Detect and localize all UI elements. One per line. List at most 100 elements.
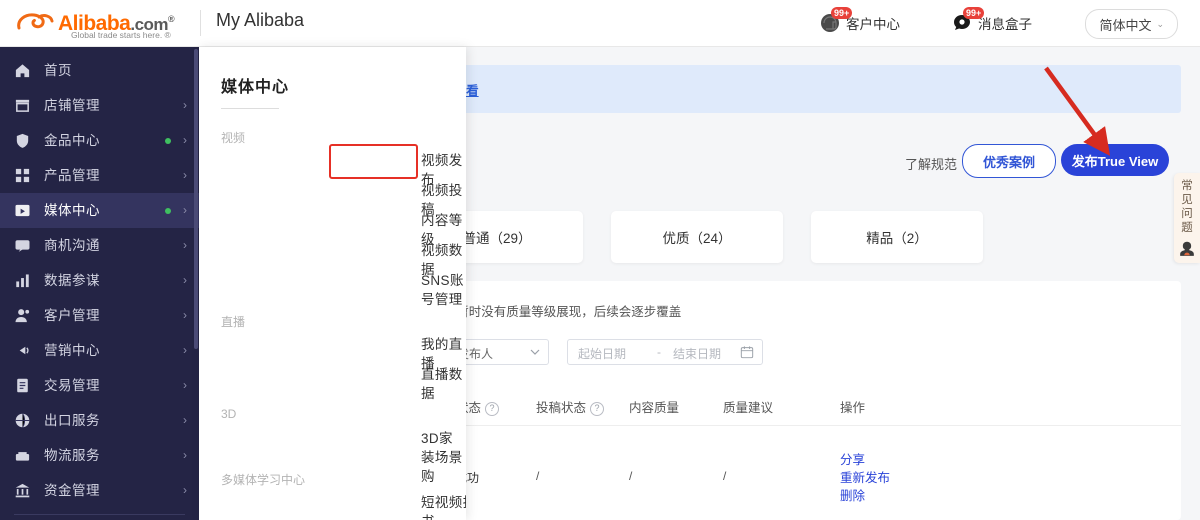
top-header: Alibaba.com® Global trade starts here. ®… xyxy=(0,0,1200,47)
app-title: My Alibaba xyxy=(216,10,305,30)
flyout-link-1-1-1[interactable]: 直播数据 xyxy=(421,365,466,403)
sidebar-item-label: 金品中心 xyxy=(44,133,100,148)
sidebar-item-10[interactable]: 出口服务 › xyxy=(0,403,199,438)
sidebar-item-0[interactable]: 首页 xyxy=(0,53,199,88)
quality-card-3[interactable]: 精品（2） xyxy=(811,211,983,263)
chevron-down-icon xyxy=(530,349,540,355)
alibaba-logo-icon xyxy=(17,13,54,30)
date-dash: - xyxy=(657,345,661,359)
media-icon xyxy=(15,204,30,217)
flyout-section-title: 视频 xyxy=(221,131,246,145)
page-root: Alibaba.com® Global trade starts here. ®… xyxy=(0,0,1200,520)
chevron-right-icon: › xyxy=(183,203,187,217)
sidebar-item-dot xyxy=(165,138,171,144)
faq-label: 常见问题 xyxy=(1181,180,1193,234)
help-icon[interactable]: ? xyxy=(590,402,605,416)
sidebar-item-9[interactable]: 交易管理 › xyxy=(0,368,199,403)
row-action-delete[interactable]: 删除 xyxy=(840,485,865,504)
shop-icon xyxy=(15,99,30,112)
flyout-link-2-1-0[interactable]: 3D家装场景购 xyxy=(421,429,466,486)
language-selector[interactable]: 简体中文 ⌄ xyxy=(1085,9,1178,39)
learn-standard-link[interactable]: 了解规范 xyxy=(905,154,957,173)
date-range-picker[interactable]: 起始日期 - 结束日期 xyxy=(567,339,763,365)
row-action-republish[interactable]: 重新发布 xyxy=(840,467,890,486)
chat-icon xyxy=(15,240,30,252)
left-sidebar: 首页 店铺管理 › 金品中心 › 产品管理 › 媒体中心 › 商机沟通 › 数据参谋 › 客户管理 › 营销中… xyxy=(0,47,199,520)
shield-icon xyxy=(16,133,29,148)
sidebar-item-label: 媒体中心 xyxy=(44,203,100,218)
bank-icon xyxy=(15,483,30,498)
row-content-quality: / xyxy=(629,469,633,483)
sidebar-item-7[interactable]: 客户管理 › xyxy=(0,298,199,333)
customer-center-entry[interactable]: 99+ 客户中心 xyxy=(820,7,900,37)
chevron-right-icon: › xyxy=(183,238,187,252)
flyout-section-title: 多媒体学习中心 xyxy=(221,473,306,487)
row-action-share[interactable]: 分享 xyxy=(840,449,865,468)
chevron-right-icon: › xyxy=(183,483,187,497)
help-icon[interactable]: ? xyxy=(485,402,500,416)
table-column-header-4: 质量建议 xyxy=(723,401,774,415)
sidebar-item-4[interactable]: 媒体中心 › xyxy=(0,193,199,228)
table-column-header-2: 投稿状态? xyxy=(536,397,605,416)
sidebar-item-11[interactable]: 物流服务 › xyxy=(0,438,199,473)
sidebar-item-label: 出口服务 xyxy=(44,413,100,428)
globe-icon xyxy=(15,413,30,428)
sidebar-item-12[interactable]: 资金管理 › xyxy=(0,473,199,508)
row-submit-status: / xyxy=(536,469,540,483)
best-cases-button[interactable]: 优秀案例 xyxy=(962,144,1056,178)
sidebar-item-label: 首页 xyxy=(44,63,72,78)
row-quality-advice: / xyxy=(723,469,727,483)
sidebar-divider xyxy=(14,514,185,515)
publish-trueview-button[interactable]: 发布True View xyxy=(1061,144,1169,176)
sidebar-item-label: 资金管理 xyxy=(44,483,100,498)
date-start: 起始日期 xyxy=(578,347,627,361)
faq-side-tab[interactable]: 常见问题 xyxy=(1174,173,1200,263)
sidebar-item-label: 店铺管理 xyxy=(44,98,100,113)
order-icon xyxy=(17,378,28,393)
message-box-entry[interactable]: 99+ 消息盒子 xyxy=(952,7,1032,37)
flyout-link-3-1-0[interactable]: 短视频拍摄白皮书 xyxy=(421,493,466,520)
sidebar-item-label: 产品管理 xyxy=(44,168,100,183)
chevron-right-icon: › xyxy=(183,133,187,147)
customer-center-badge: 99+ xyxy=(831,7,853,19)
sidebar-item-5[interactable]: 商机沟通 › xyxy=(0,228,199,263)
sidebar-item-8[interactable]: 营销中心 › xyxy=(0,333,199,368)
chevron-right-icon: › xyxy=(183,448,187,462)
home-icon xyxy=(15,64,30,78)
chevron-right-icon: › xyxy=(183,378,187,392)
alibaba-logo[interactable]: Alibaba.com® Global trade starts here. ® xyxy=(14,5,189,43)
chevron-down-icon: ⌄ xyxy=(1156,18,1164,29)
chevron-right-icon: › xyxy=(183,343,187,357)
sidebar-item-6[interactable]: 数据参谋 › xyxy=(0,263,199,298)
message-box-badge: 99+ xyxy=(963,7,985,19)
calendar-icon[interactable] xyxy=(740,345,754,359)
sidebar-item-label: 交易管理 xyxy=(44,378,100,393)
sidebar-scrollbar[interactable] xyxy=(194,49,198,349)
flyout-link-0-1-4[interactable]: SNS账号管理 xyxy=(421,271,466,309)
sidebar-item-label: 商机沟通 xyxy=(44,238,100,253)
sidebar-item-label: 物流服务 xyxy=(44,448,100,463)
header-divider xyxy=(200,10,201,36)
quality-card-2[interactable]: 优质（24） xyxy=(611,211,783,263)
flyout-section-title: 直播 xyxy=(221,315,246,329)
customer-center-label: 客户中心 xyxy=(846,17,900,32)
person-avatar-icon xyxy=(1180,241,1194,256)
table-column-header-3: 内容质量 xyxy=(629,401,680,415)
logo-tagline: Global trade starts here. ® xyxy=(71,30,171,40)
sidebar-item-label: 营销中心 xyxy=(44,343,100,358)
megaphone-icon xyxy=(16,346,29,355)
flyout-rule xyxy=(221,108,279,109)
media-center-flyout: 媒体中心 视频视频发布发布管理视频投稿视频素材内容等级视频任务视频数据SNS智能… xyxy=(199,47,466,520)
sidebar-item-dot xyxy=(165,208,171,214)
sidebar-item-3[interactable]: 产品管理 › xyxy=(0,158,199,193)
sidebar-item-label: 客户管理 xyxy=(44,308,100,323)
language-value: 简体中文 xyxy=(1099,17,1152,33)
truck-icon xyxy=(15,452,30,461)
date-end: 结束日期 xyxy=(673,347,722,361)
sidebar-item-2[interactable]: 金品中心 › xyxy=(0,123,199,158)
customer-service-icon: 99+ xyxy=(820,7,853,35)
chevron-right-icon: › xyxy=(183,98,187,112)
sidebar-item-1[interactable]: 店铺管理 › xyxy=(0,88,199,123)
bar-chart-icon xyxy=(16,274,29,288)
message-icon: 99+ xyxy=(952,7,985,35)
